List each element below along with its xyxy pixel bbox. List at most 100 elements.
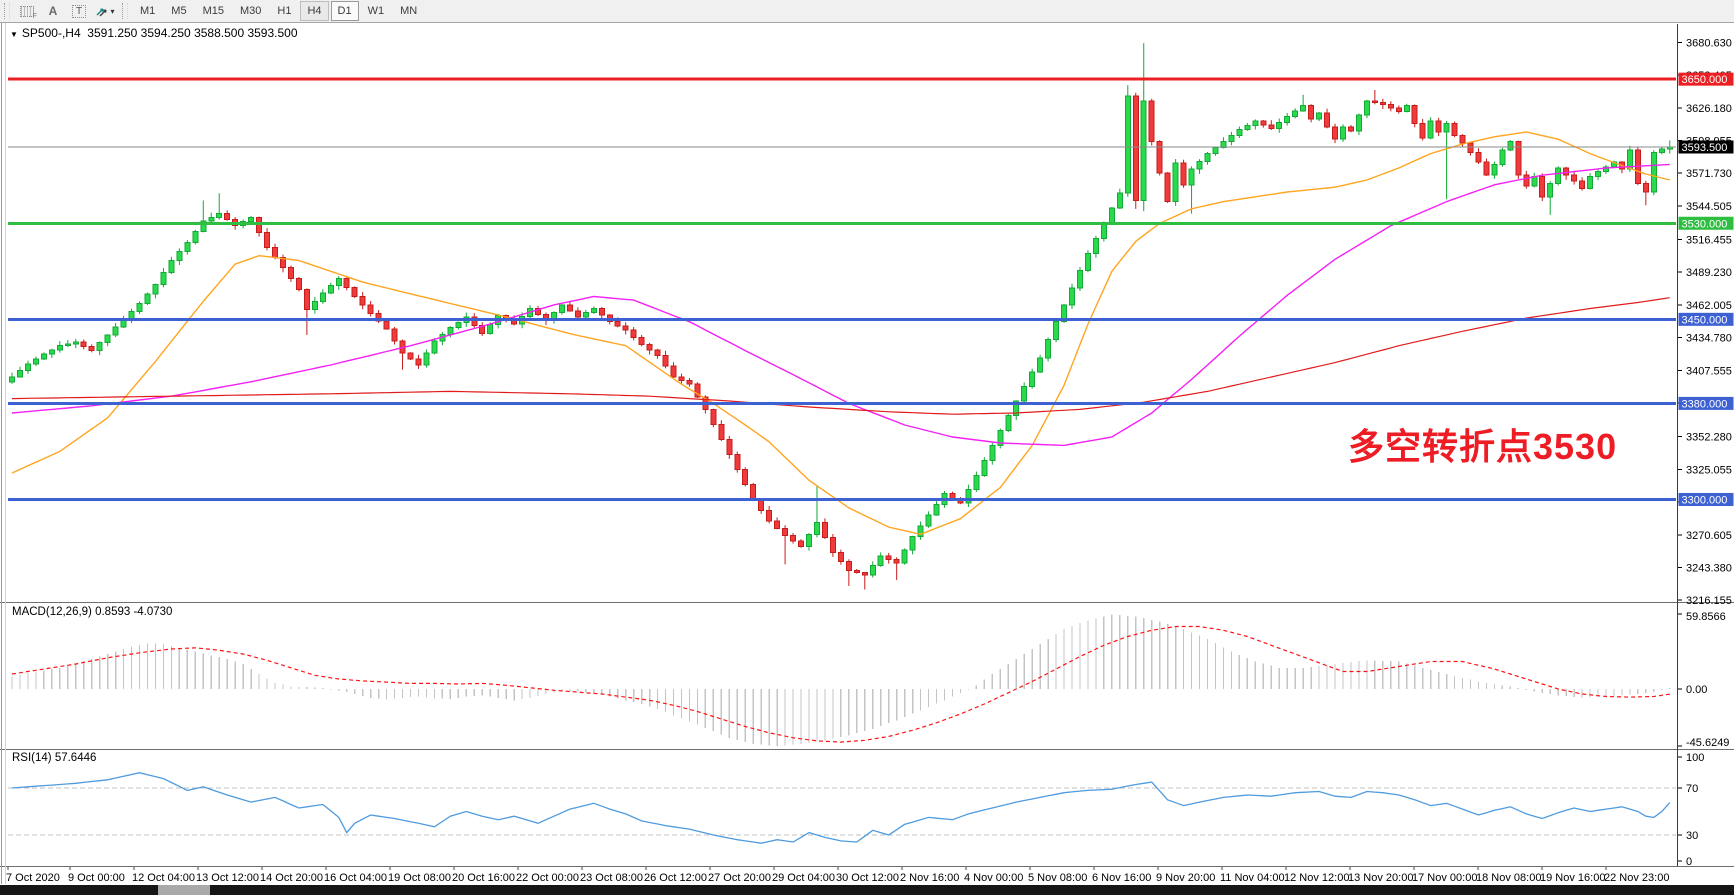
rsi-axis: 100 70 30 0 xyxy=(1678,752,1704,868)
date-tick-label: 29 Oct 04:00 xyxy=(772,872,835,884)
tab-timeframe-M5[interactable]: M5 xyxy=(164,1,193,21)
price-tick-label: 3434.780 xyxy=(1686,333,1732,345)
rsi-tick-label: 0 xyxy=(1686,856,1692,868)
date-tick-label: 2 Nov 16:00 xyxy=(900,872,959,884)
date-tick-label: 4 Nov 00:00 xyxy=(964,872,1023,884)
date-axis: 7 Oct 2020 9 Oct 00:00 12 Oct 04:0013 Oct … xyxy=(6,867,1669,884)
tab-timeframe-M30[interactable]: M30 xyxy=(233,1,268,21)
tab-timeframe-W1[interactable]: W1 xyxy=(361,1,392,21)
macd-histogram xyxy=(11,614,1670,746)
price-tick-label: 3680.630 xyxy=(1686,37,1732,49)
grid-sub-label: F xyxy=(33,13,37,20)
date-tick-label: 20 Oct 16:00 xyxy=(452,872,515,884)
date-tick-label: 17 Nov 00:00 xyxy=(1412,872,1477,884)
svg-text:3380.000: 3380.000 xyxy=(1682,398,1728,410)
macd-tick-label: 59.8566 xyxy=(1686,611,1726,623)
timeframe-button-group: M1M5M15M30H1H4D1W1MN xyxy=(132,1,425,21)
macd-indicator-label: MACD(12,26,9) 0.8593 -4.0730 xyxy=(12,606,172,618)
rsi-tick-label: 100 xyxy=(1686,752,1704,764)
date-tick-label: 5 Nov 08:00 xyxy=(1028,872,1087,884)
rsi-tick-label: 30 xyxy=(1686,830,1698,842)
rsi-tick-label: 70 xyxy=(1686,783,1698,795)
arrow-tools-dropdown-button[interactable]: ▾ xyxy=(93,1,117,21)
price-tick-label: 3571.730 xyxy=(1686,168,1732,180)
date-tick-label: 12 Nov 12:00 xyxy=(1284,872,1349,884)
date-tick-label: 13 Oct 12:00 xyxy=(196,872,259,884)
price-tick-label: 3489.230 xyxy=(1686,267,1732,279)
date-tick-label: 19 Oct 08:00 xyxy=(388,872,451,884)
rsi-line xyxy=(12,773,1670,844)
text-label-tool-button[interactable]: T xyxy=(67,1,91,21)
svg-text:3300.000: 3300.000 xyxy=(1682,494,1728,506)
date-tick-label: 13 Nov 20:00 xyxy=(1348,872,1413,884)
price-tick-label: 3462.005 xyxy=(1686,300,1732,312)
date-tick-label: 12 Oct 04:00 xyxy=(132,872,195,884)
date-tick-label: 27 Oct 20:00 xyxy=(708,872,771,884)
svg-text:3530.000: 3530.000 xyxy=(1682,218,1728,230)
grid-dots-icon-button[interactable]: F xyxy=(15,1,39,21)
grid-dots-icon: F xyxy=(20,6,34,17)
price-tick-label: 3243.380 xyxy=(1686,562,1732,574)
date-tick-label: 6 Nov 16:00 xyxy=(1092,872,1151,884)
taskbar-gap-segment xyxy=(158,885,210,895)
date-tick-label: 16 Oct 04:00 xyxy=(324,872,387,884)
price-tick-label: 3216.155 xyxy=(1686,595,1732,607)
date-tick-label: 9 Nov 20:00 xyxy=(1156,872,1215,884)
date-tick-label: 22 Nov 23:00 xyxy=(1604,872,1669,884)
date-tick-label: 23 Oct 08:00 xyxy=(580,872,643,884)
tab-timeframe-H1[interactable]: H1 xyxy=(270,1,298,21)
svg-text:3650.000: 3650.000 xyxy=(1682,74,1728,86)
date-tick-label: 22 Oct 00:00 xyxy=(516,872,579,884)
chart-ohlc-title: ▼ SP500-,H4 3591.250 3594.250 3588.500 35… xyxy=(10,26,298,40)
price-tick-label: 3407.555 xyxy=(1686,365,1732,377)
date-tick-label: 7 Oct 2020 xyxy=(6,872,60,884)
date-tick-label: 30 Oct 12:00 xyxy=(836,872,899,884)
fast-ma-orange-line xyxy=(12,132,1670,534)
dropdown-caret-icon: ▾ xyxy=(110,7,114,16)
top-toolbar: F A T ▾ M1M5M15M30H1H4D1W1MN xyxy=(0,0,1734,23)
macd-tick-label: -45.6249 xyxy=(1686,737,1729,749)
level-price-tag: 3530.000 xyxy=(1679,217,1734,231)
macd-axis: 59.8566 0.00 -45.6249 xyxy=(1678,611,1729,749)
tab-timeframe-H4[interactable]: H4 xyxy=(300,1,328,21)
text-label-icon: T xyxy=(72,5,86,18)
chart-text-annotation[interactable]: 多空转折点3530 xyxy=(1348,418,1617,470)
level-price-tag: 3450.000 xyxy=(1679,313,1734,327)
price-tick-label: 3626.180 xyxy=(1686,103,1732,115)
toolbar-grip-2[interactable] xyxy=(122,3,128,19)
svg-text:3450.000: 3450.000 xyxy=(1682,314,1728,326)
price-tick-label: 3516.455 xyxy=(1686,235,1732,247)
level-price-tag: 3380.000 xyxy=(1679,397,1734,411)
price-tick-label: 3544.505 xyxy=(1686,201,1732,213)
tab-timeframe-D1[interactable]: D1 xyxy=(331,1,359,21)
date-tick-label: 9 Oct 00:00 xyxy=(68,872,125,884)
chart-dropdown-icon[interactable]: ▼ xyxy=(10,30,18,39)
level-price-tag: 3300.000 xyxy=(1679,493,1734,507)
text-a-icon: A xyxy=(49,4,58,18)
mt4-application: F A T ▾ M1M5M15M30H1H4D1W1MN 3680.630 365… xyxy=(0,0,1734,895)
current-price-tag: 3593.500 xyxy=(1679,141,1734,155)
chart-ohlc-values: 3591.250 3594.250 3588.500 3593.500 xyxy=(87,26,297,40)
bottom-taskbar-strip[interactable] xyxy=(0,885,1734,895)
date-tick-label: 18 Nov 08:00 xyxy=(1476,872,1541,884)
date-tick-label: 26 Oct 12:00 xyxy=(644,872,707,884)
slow-ma-red-line xyxy=(12,298,1670,415)
macd-tick-label: 0.00 xyxy=(1686,684,1707,696)
price-tick-label: 3352.280 xyxy=(1686,432,1732,444)
chart-symbol-period: SP500-,H4 xyxy=(22,26,81,40)
price-tick-label: 3325.055 xyxy=(1686,464,1732,476)
tab-timeframe-MN[interactable]: MN xyxy=(393,1,424,21)
font-a-button[interactable]: A xyxy=(41,1,65,21)
rsi-indicator-label: RSI(14) 57.6446 xyxy=(12,752,96,764)
date-tick-label: 14 Oct 20:00 xyxy=(260,872,323,884)
candle-bodies xyxy=(10,96,1673,575)
price-tick-label: 3270.605 xyxy=(1686,530,1732,542)
level-price-tag: 3650.000 xyxy=(1679,73,1734,87)
date-tick-label: 19 Nov 16:00 xyxy=(1540,872,1605,884)
toolbar-grip[interactable] xyxy=(4,3,10,19)
svg-text:3593.500: 3593.500 xyxy=(1682,142,1728,154)
tab-timeframe-M1[interactable]: M1 xyxy=(133,1,162,21)
arrow-tools-icon xyxy=(95,5,108,17)
tab-timeframe-M15[interactable]: M15 xyxy=(196,1,231,21)
date-tick-label: 11 Nov 04:00 xyxy=(1220,872,1285,884)
